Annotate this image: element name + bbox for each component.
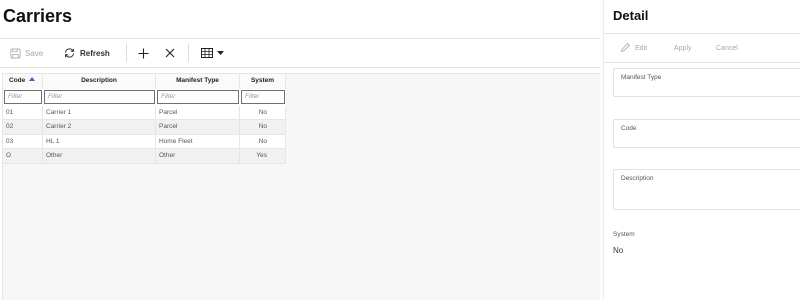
add-button[interactable] [138, 39, 149, 67]
cell-system: No [240, 120, 286, 134]
code-field[interactable]: Code [613, 119, 800, 148]
cell-system: No [240, 134, 286, 148]
cell-manifest-type: Home Fleet [156, 134, 240, 148]
description-filter-input[interactable] [44, 89, 155, 104]
system-label: System [613, 231, 635, 238]
description-field[interactable]: Description [613, 169, 800, 210]
table-filter-row [3, 88, 286, 106]
table-body: 01 Carrier 1 Parcel No 02 Carrier 2 Parc… [3, 105, 286, 164]
cell-manifest-type: Parcel [156, 105, 240, 119]
cell-description: HL 1 [43, 134, 156, 148]
table-header-row: Code Description Manifest Type System [3, 74, 286, 89]
detail-toolbar: Edit Apply Cancel [604, 33, 800, 63]
toolbar-divider [126, 44, 127, 62]
table-row[interactable]: O Other Other Yes [3, 149, 286, 164]
detail-pane: Detail Edit Apply Cancel Manifest Type C… [603, 0, 800, 300]
apply-label: Apply [674, 44, 692, 52]
cell-description: Carrier 1 [43, 105, 156, 119]
column-header-manifest-type[interactable]: Manifest Type [156, 74, 240, 89]
cell-code: 01 [3, 105, 43, 119]
system-value: No [613, 246, 624, 255]
refresh-icon [63, 47, 76, 59]
system-filter-input[interactable] [241, 89, 285, 104]
page-title: Carriers [3, 6, 73, 26]
add-icon [138, 48, 149, 59]
save-icon [10, 47, 21, 59]
manifest-type-field[interactable]: Manifest Type [613, 68, 800, 97]
code-label: Code [621, 125, 637, 132]
delete-button[interactable] [165, 39, 175, 67]
apply-button[interactable]: Apply [674, 34, 692, 62]
cell-description: Carrier 2 [43, 120, 156, 134]
edit-button[interactable]: Edit [620, 34, 647, 62]
sort-ascending-icon [29, 77, 36, 81]
refresh-button[interactable]: Refresh [63, 39, 110, 67]
cell-manifest-type: Other [156, 149, 240, 163]
edit-pencil-icon [620, 42, 631, 55]
carriers-table: Code Description Manifest Type System 01… [2, 73, 600, 300]
caret-down-icon [217, 50, 224, 56]
toolbar-divider [188, 44, 189, 62]
cell-system: No [240, 105, 286, 119]
cell-manifest-type: Parcel [156, 120, 240, 134]
cell-code: O [3, 149, 43, 163]
save-button[interactable]: Save [10, 39, 43, 67]
description-label: Description [621, 175, 654, 182]
refresh-label: Refresh [80, 48, 110, 58]
list-toolbar: Save Refresh [0, 38, 600, 68]
column-header-system[interactable]: System [240, 74, 286, 89]
table-row[interactable]: 03 HL 1 Home Fleet No [3, 134, 286, 149]
table-row[interactable]: 02 Carrier 2 Parcel No [3, 120, 286, 135]
cell-code: 02 [3, 120, 43, 134]
code-filter-input[interactable] [4, 89, 42, 104]
delete-icon [165, 48, 175, 58]
detail-title: Detail [613, 8, 649, 23]
cell-code: 03 [3, 134, 43, 148]
carriers-list-pane: Carriers Save Refresh Code Description M… [0, 0, 600, 300]
column-header-description[interactable]: Description [43, 74, 156, 89]
manifest-type-label: Manifest Type [621, 74, 662, 81]
columns-icon [201, 48, 213, 58]
manifest-type-filter-input[interactable] [157, 89, 239, 104]
table-row[interactable]: 01 Carrier 1 Parcel No [3, 105, 286, 120]
save-label: Save [25, 48, 44, 58]
columns-menu-button[interactable] [201, 39, 224, 67]
column-header-code[interactable]: Code [3, 74, 43, 89]
cancel-label: Cancel [716, 44, 738, 52]
cell-system: Yes [240, 149, 286, 163]
cell-description: Other [43, 149, 156, 163]
cancel-button[interactable]: Cancel [716, 34, 738, 62]
edit-label: Edit [635, 44, 648, 52]
